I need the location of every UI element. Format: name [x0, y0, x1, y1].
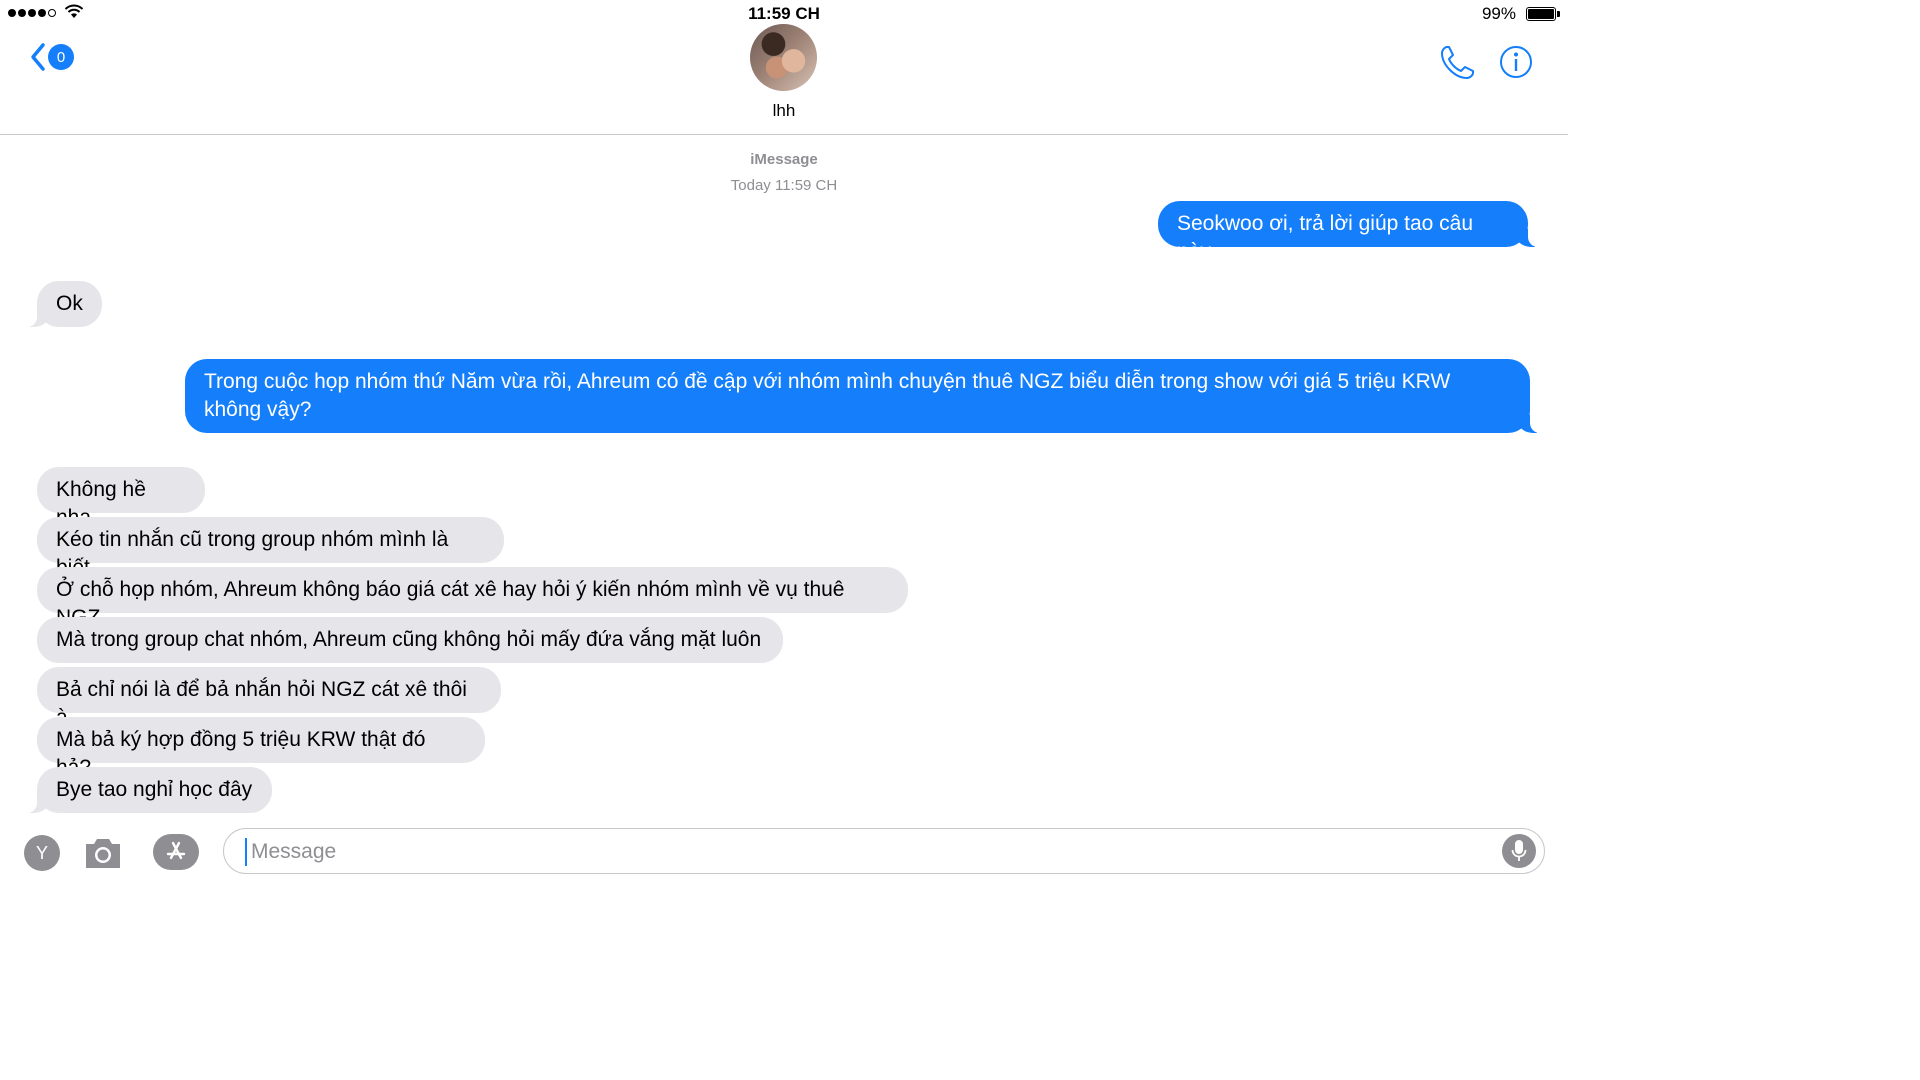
incoming-message[interactable]: Không hề nha — [37, 467, 205, 529]
battery-percentage: 99% — [1481, 4, 1516, 23]
incoming-message[interactable]: Bả chỉ nói là để bả nhắn hỏi NGZ cát xê … — [37, 667, 501, 729]
conversation-timestamp: Today 11:59 CH — [730, 177, 838, 194]
battery-icon — [1526, 7, 1560, 21]
incoming-message[interactable]: Mà trong group chat nhóm, Ahreum cũng kh… — [37, 617, 783, 663]
message-input[interactable] — [249, 835, 1493, 869]
incoming-message[interactable]: Mà bả ký hợp đồng 5 triệu KRW thật đó hả… — [37, 717, 485, 779]
camera-icon[interactable] — [82, 834, 124, 872]
microphone-icon — [1511, 840, 1527, 861]
app-drawer-button[interactable]: Y — [24, 835, 60, 871]
info-icon[interactable] — [1499, 45, 1533, 79]
incoming-message[interactable]: Ở chỗ họp nhóm, Ahreum không báo giá cát… — [37, 567, 908, 629]
service-label: iMessage — [750, 151, 818, 168]
status-time: 11:59 CH — [748, 4, 820, 23]
phone-icon[interactable] — [1438, 44, 1476, 82]
contact-name[interactable]: lhh — [0, 101, 1568, 121]
incoming-message[interactable]: Ok — [23, 281, 102, 327]
outgoing-message[interactable]: Seokwoo ơi, trả lời giúp tao câu này — [1158, 201, 1542, 263]
back-chevron-icon — [31, 43, 45, 71]
contact-avatar[interactable] — [750, 24, 817, 91]
app-store-button[interactable] — [153, 834, 199, 870]
unread-count-badge: 0 — [48, 44, 74, 70]
text-cursor — [245, 838, 247, 866]
message-field[interactable] — [223, 828, 1545, 874]
conversation-header: 0 lhh — [0, 24, 1568, 135]
outgoing-message[interactable]: Trong cuộc họp nhóm thứ Năm vừa rồi, Ahr… — [185, 359, 1544, 433]
incoming-message[interactable]: Bye tao nghỉ học đây — [23, 767, 272, 813]
message-input-bar: Y — [0, 824, 1568, 882]
back-button[interactable]: 0 — [30, 42, 74, 72]
microphone-button[interactable] — [1502, 834, 1536, 868]
incoming-message[interactable]: Kéo tin nhắn cũ trong group nhóm mình là… — [37, 517, 504, 579]
app-store-icon — [166, 841, 186, 860]
